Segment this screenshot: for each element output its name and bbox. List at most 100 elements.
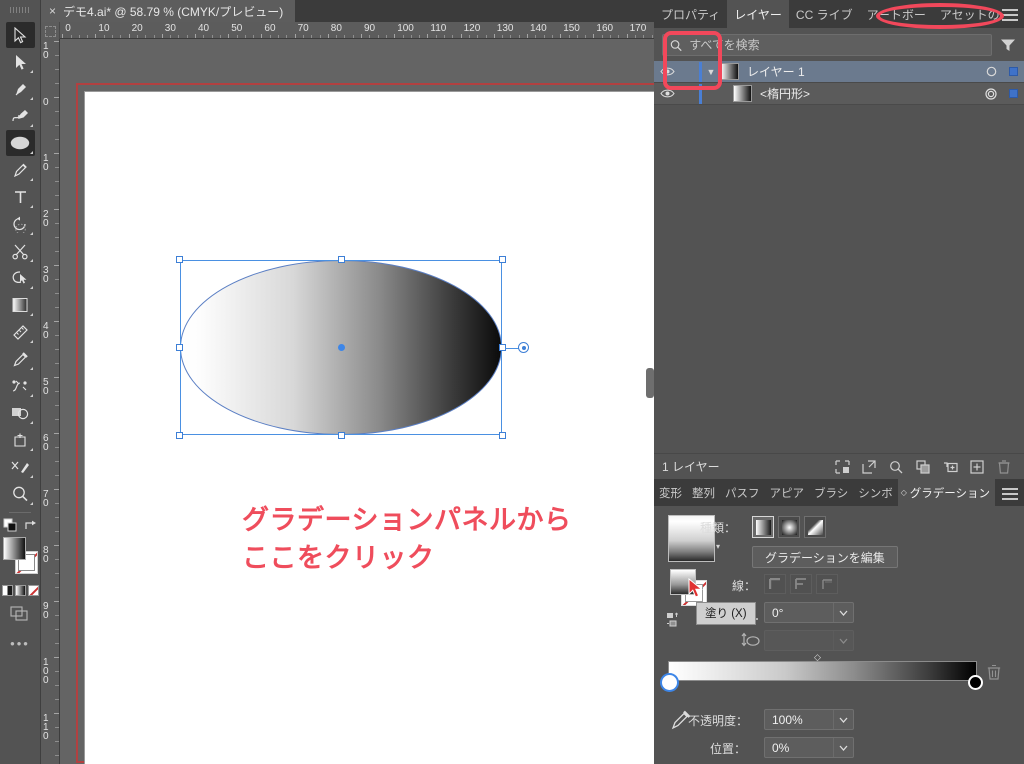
canvas-area[interactable]: グラデーションパネルから ここをクリック bbox=[60, 39, 654, 764]
gradient-panel-tab-0[interactable]: 変形 bbox=[654, 479, 687, 506]
panel-tab-4[interactable]: アセットの bbox=[933, 0, 1007, 28]
tool-direct-selection[interactable] bbox=[6, 49, 35, 75]
tool-measure[interactable] bbox=[6, 319, 35, 345]
gradient-stop-end[interactable] bbox=[968, 675, 983, 690]
edit-gradient-button[interactable]: グラデーションを編集 bbox=[752, 546, 898, 568]
tool-eyedropper[interactable] bbox=[6, 346, 35, 372]
gradient-panel-menu-icon[interactable] bbox=[1002, 485, 1018, 501]
color-button[interactable] bbox=[2, 585, 13, 596]
handle-bottom-left[interactable] bbox=[176, 432, 183, 439]
artboard[interactable] bbox=[84, 91, 654, 764]
gradient-panel-tab-4[interactable]: ブラシ bbox=[809, 479, 853, 506]
tool-ellipse[interactable] bbox=[6, 130, 35, 156]
linear-gradient-button[interactable] bbox=[752, 516, 774, 538]
stroke-within-icon[interactable] bbox=[764, 574, 786, 594]
gradient-angle-field[interactable]: 0° bbox=[764, 602, 854, 623]
tool-blend[interactable] bbox=[6, 373, 35, 399]
tool-artboard[interactable] bbox=[6, 427, 35, 453]
search-layer-icon[interactable] bbox=[888, 459, 904, 475]
panel-tab-1[interactable]: レイヤー bbox=[727, 0, 789, 28]
panel-menu-icon[interactable] bbox=[1002, 6, 1018, 22]
radial-gradient-button[interactable] bbox=[778, 516, 800, 538]
close-icon[interactable]: × bbox=[49, 4, 56, 18]
handle-bottom-right[interactable] bbox=[499, 432, 506, 439]
gradient-panel-tab-3[interactable]: アピア bbox=[765, 479, 810, 506]
gradient-aspect-ratio-field[interactable] bbox=[764, 630, 854, 651]
target-indicator[interactable] bbox=[980, 88, 1002, 100]
gradient-midpoint-handle[interactable]: ◇ bbox=[814, 652, 821, 663]
opacity-field[interactable]: 100% bbox=[764, 709, 854, 730]
tool-gradient[interactable] bbox=[6, 292, 35, 318]
new-layer-icon[interactable] bbox=[969, 459, 985, 475]
freeform-gradient-button[interactable] bbox=[804, 516, 826, 538]
search-input[interactable] bbox=[689, 38, 984, 52]
gradient-slider[interactable]: ◇ bbox=[668, 661, 977, 681]
chevron-down-icon[interactable] bbox=[833, 710, 853, 729]
gradient-panel-tab-2[interactable]: パスフ bbox=[720, 479, 765, 506]
stroke-across-icon[interactable] bbox=[816, 574, 838, 594]
layer-row[interactable]: ▼レイヤー 1 bbox=[654, 61, 1024, 83]
vertical-ruler[interactable]: 100102030405060708090100110 bbox=[41, 39, 60, 764]
collect-in-new-layer-icon[interactable] bbox=[915, 459, 931, 475]
edit-toolbar-button[interactable]: ••• bbox=[10, 636, 30, 651]
screen-mode-button[interactable] bbox=[10, 606, 30, 624]
chevron-down-icon[interactable] bbox=[833, 738, 853, 757]
tool-type[interactable] bbox=[6, 184, 35, 210]
swap-fill-stroke-icon[interactable] bbox=[24, 519, 38, 532]
handle-bottom-center[interactable] bbox=[338, 432, 345, 439]
chevron-down-icon[interactable] bbox=[833, 631, 853, 650]
handle-top-right[interactable] bbox=[499, 256, 506, 263]
fill-swatch-gradient[interactable] bbox=[3, 537, 26, 560]
tool-pen[interactable] bbox=[6, 76, 35, 102]
layer-row[interactable]: <楕円形> bbox=[654, 83, 1024, 105]
gradient-slider-track[interactable] bbox=[668, 661, 977, 681]
panel-tab-3[interactable]: アートボー bbox=[860, 0, 933, 28]
gradient-panel-tab-5[interactable]: シンボ bbox=[853, 479, 898, 506]
delete-layer-icon[interactable] bbox=[996, 459, 1012, 475]
delete-stop-icon[interactable] bbox=[987, 664, 1001, 683]
handle-middle-left[interactable] bbox=[176, 344, 183, 351]
chevron-down-icon[interactable]: ▼ bbox=[702, 67, 720, 77]
tool-selection[interactable] bbox=[6, 22, 35, 48]
target-indicator[interactable] bbox=[980, 66, 1002, 77]
gradient-button[interactable] bbox=[15, 585, 26, 596]
panel-tab-0[interactable]: プロパティ bbox=[654, 0, 727, 28]
filter-icon[interactable] bbox=[998, 35, 1018, 55]
tool-curvature[interactable] bbox=[6, 103, 35, 129]
tool-shape-builder[interactable] bbox=[6, 400, 35, 426]
position-field[interactable]: 0% bbox=[764, 737, 854, 758]
gradient-stop-start[interactable] bbox=[662, 675, 677, 690]
tool-rotate[interactable] bbox=[6, 211, 35, 237]
selection-indicator[interactable] bbox=[1002, 89, 1024, 98]
tool-slice[interactable] bbox=[6, 454, 35, 480]
panel-tab-2[interactable]: CC ライブ bbox=[789, 0, 860, 28]
toolbar-drag-handle[interactable] bbox=[10, 4, 30, 16]
ruler-origin[interactable] bbox=[41, 22, 60, 39]
tool-pencil[interactable] bbox=[6, 157, 35, 183]
search-box[interactable] bbox=[662, 34, 992, 56]
visibility-icon[interactable] bbox=[654, 88, 681, 99]
horizontal-ruler[interactable]: 1001020304050607080901001101201301401501… bbox=[41, 22, 654, 39]
selection-indicator[interactable] bbox=[1002, 67, 1024, 76]
tool-zoom[interactable] bbox=[6, 481, 35, 507]
gradient-panel-tab-6[interactable]: グラデーション bbox=[898, 479, 995, 506]
gradient-panel-tab-1[interactable]: 整列 bbox=[687, 479, 720, 506]
stroke-along-icon[interactable] bbox=[790, 574, 812, 594]
release-to-layers-icon[interactable] bbox=[861, 459, 877, 475]
gradient-swap-icons[interactable] bbox=[666, 612, 684, 633]
chevron-down-icon[interactable] bbox=[833, 603, 853, 622]
locate-object-icon[interactable] bbox=[834, 459, 850, 475]
chevron-down-icon[interactable]: ▾ bbox=[716, 542, 720, 551]
new-sublayer-icon[interactable] bbox=[942, 459, 958, 475]
tool-scissors[interactable] bbox=[6, 238, 35, 264]
document-tab[interactable]: × デモ4.ai* @ 58.79 % (CMYK/プレビュー) bbox=[41, 0, 295, 22]
tool-shaper[interactable] bbox=[6, 265, 35, 291]
panel-splitter[interactable] bbox=[646, 368, 654, 398]
default-fill-stroke-icon[interactable] bbox=[3, 518, 18, 533]
none-button[interactable] bbox=[28, 585, 39, 596]
fill-stroke-swatches[interactable] bbox=[3, 537, 37, 577]
visibility-icon[interactable] bbox=[654, 66, 681, 77]
handle-top-center[interactable] bbox=[338, 256, 345, 263]
handle-top-left[interactable] bbox=[176, 256, 183, 263]
gradient-annotator-handle[interactable] bbox=[518, 342, 529, 353]
